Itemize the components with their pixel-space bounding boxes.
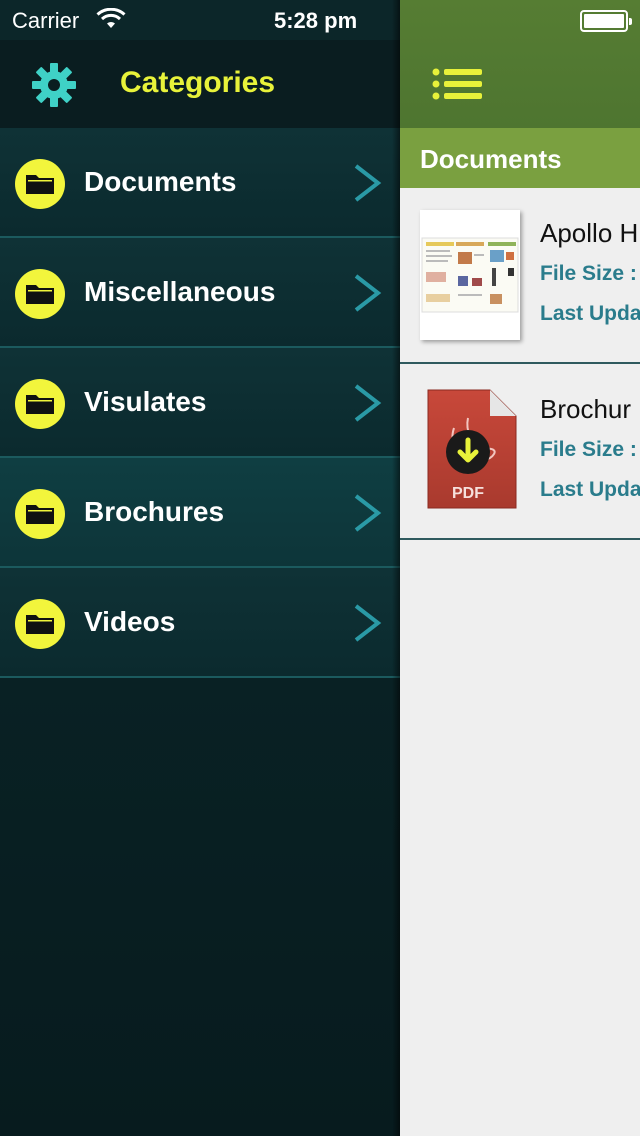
pdf-icon: PDF bbox=[427, 389, 517, 509]
category-item-documents[interactable]: Documents bbox=[0, 128, 400, 238]
documents-panel: Documents Apollo H File Size : Last Upda bbox=[400, 0, 640, 1136]
section-header: Documents bbox=[400, 128, 640, 188]
document-name: Apollo H bbox=[540, 218, 639, 248]
folder-icon bbox=[15, 489, 65, 539]
drawer-header: Categories bbox=[0, 40, 400, 128]
document-thumbnail bbox=[420, 210, 520, 340]
battery-icon bbox=[580, 10, 632, 32]
chevron-right-icon bbox=[354, 494, 382, 532]
chevron-right-icon bbox=[354, 164, 382, 202]
carrier-label: Carrier bbox=[12, 8, 80, 33]
folder-icon bbox=[15, 599, 65, 649]
category-list: Documents Miscellaneous Visulates Brochu… bbox=[0, 128, 400, 678]
document-name: Brochur bbox=[540, 394, 632, 424]
chevron-right-icon bbox=[354, 384, 382, 422]
document-row[interactable]: PDF Brochur File Size : Last Upda bbox=[400, 364, 640, 540]
chevron-right-icon bbox=[354, 604, 382, 642]
category-label: Documents bbox=[84, 166, 237, 197]
drawer-title: Categories bbox=[120, 66, 276, 99]
category-item-miscellaneous[interactable]: Miscellaneous bbox=[0, 238, 400, 348]
category-item-videos[interactable]: Videos bbox=[0, 568, 400, 678]
menu-icon[interactable] bbox=[432, 68, 484, 100]
clock: 5:28 pm bbox=[274, 8, 358, 33]
category-item-brochures[interactable]: Brochures bbox=[0, 458, 400, 568]
document-file-size: File Size : bbox=[540, 262, 637, 285]
drawer-shadow bbox=[392, 0, 400, 1136]
status-bar: Carrier 5:28 pm bbox=[0, 0, 640, 40]
gear-icon[interactable] bbox=[31, 62, 77, 108]
document-file-size: File Size : bbox=[540, 438, 637, 461]
wifi-icon bbox=[96, 8, 126, 28]
document-last-updated: Last Upda bbox=[540, 478, 640, 501]
category-item-visulates[interactable]: Visulates bbox=[0, 348, 400, 458]
category-label: Videos bbox=[84, 606, 176, 637]
folder-icon bbox=[15, 379, 65, 429]
document-row[interactable]: Apollo H File Size : Last Upda bbox=[400, 188, 640, 364]
chevron-right-icon bbox=[354, 274, 382, 312]
category-label: Brochures bbox=[84, 496, 225, 527]
pdf-icon-label: PDF bbox=[452, 485, 484, 502]
folder-icon bbox=[15, 269, 65, 319]
section-title: Documents bbox=[420, 144, 562, 174]
categories-drawer: Categories Documents Miscellaneous Visul… bbox=[0, 0, 400, 1136]
category-label: Visulates bbox=[84, 386, 207, 417]
folder-icon bbox=[15, 159, 65, 209]
document-last-updated: Last Upda bbox=[540, 302, 640, 325]
category-label: Miscellaneous bbox=[84, 276, 276, 307]
